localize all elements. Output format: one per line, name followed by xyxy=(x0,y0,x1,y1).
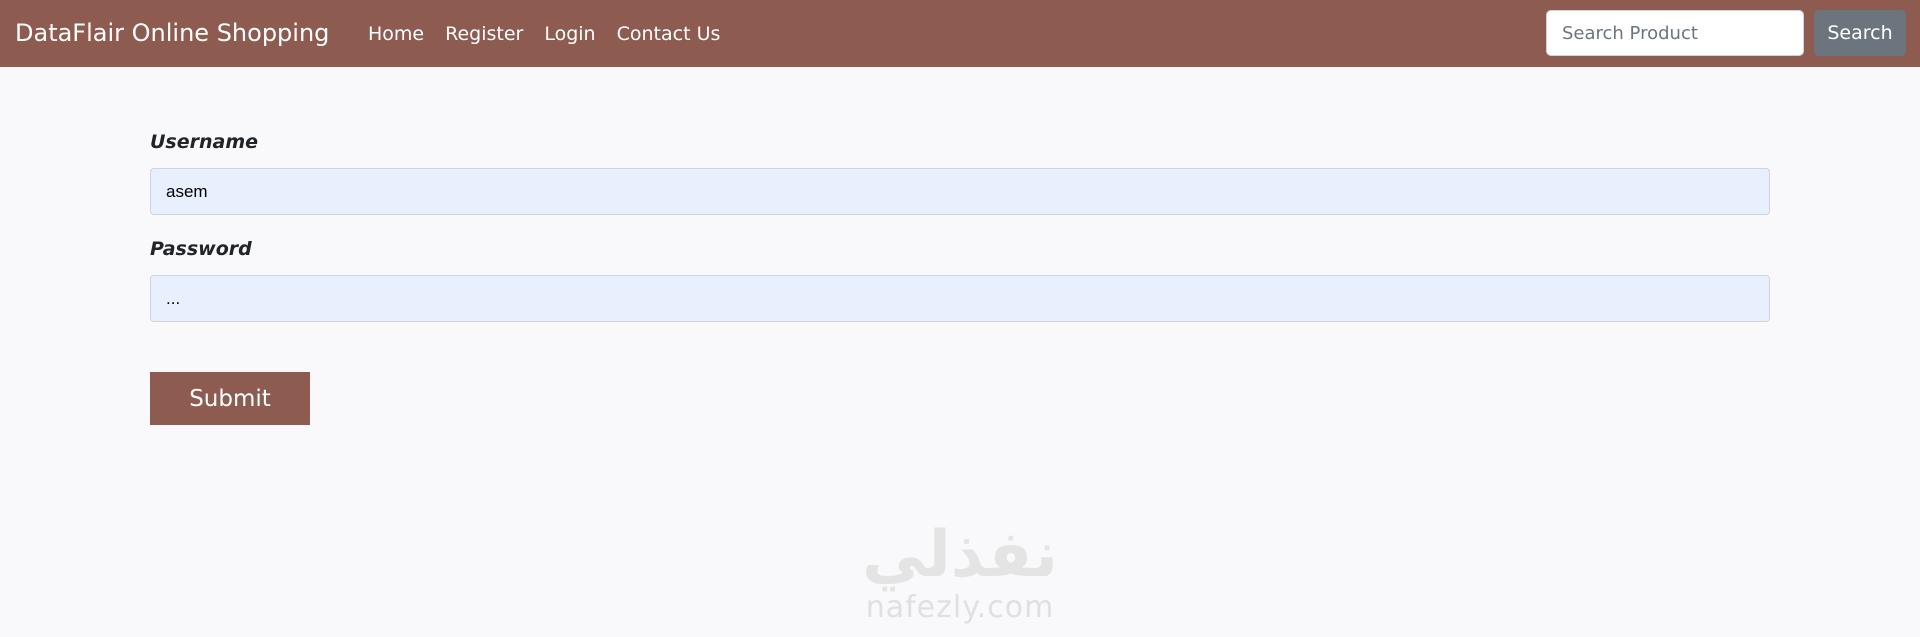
nav-link-contact-us[interactable]: Contact Us xyxy=(617,23,721,45)
watermark-logo: نفذلي nafezly.com xyxy=(850,520,1070,626)
search-input[interactable] xyxy=(1546,10,1804,56)
brand-link[interactable]: DataFlair Online Shopping xyxy=(15,0,329,67)
username-label: Username xyxy=(150,131,259,153)
nav-links: Home Register Login Contact Us xyxy=(368,0,720,67)
nav-link-home[interactable]: Home xyxy=(368,23,424,45)
password-label: Password xyxy=(150,238,252,260)
nav-link-register[interactable]: Register xyxy=(445,23,523,45)
search-button[interactable]: Search xyxy=(1814,10,1906,56)
watermark-latin-text: nafezly.com xyxy=(865,590,1055,625)
nav-link-login[interactable]: Login xyxy=(544,23,595,45)
submit-button[interactable]: Submit xyxy=(150,372,310,425)
navbar: DataFlair Online Shopping Home Register … xyxy=(0,0,1920,67)
password-input[interactable] xyxy=(150,275,1770,322)
username-input[interactable] xyxy=(150,168,1770,215)
watermark-arabic-text: نفذلي xyxy=(862,518,1058,592)
